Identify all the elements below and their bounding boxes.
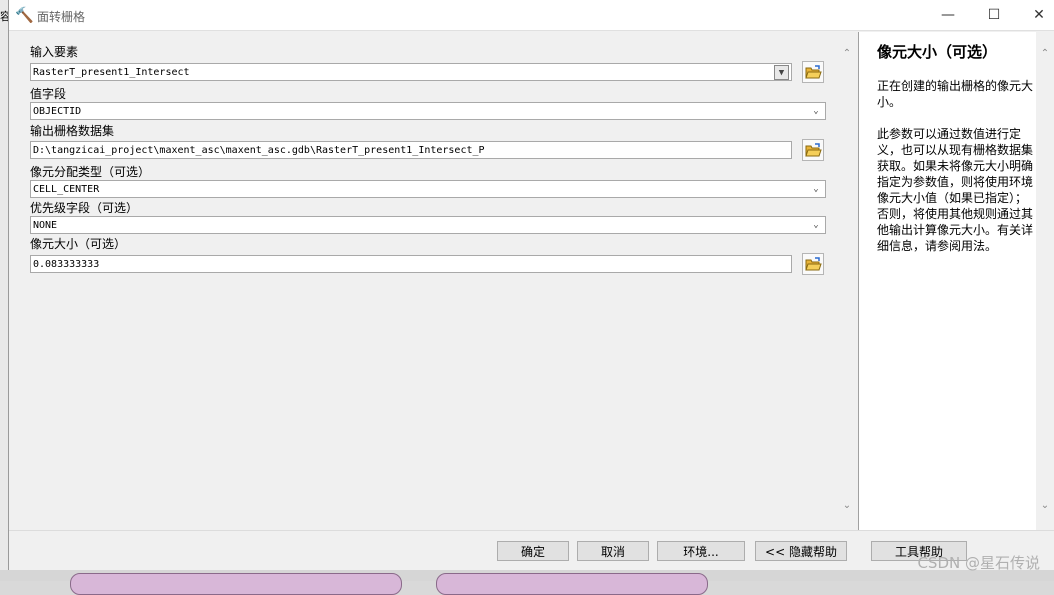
- cell-size-label: 像元大小（可选）: [30, 237, 127, 251]
- output-raster-label: 输出栅格数据集: [30, 124, 115, 138]
- help-scrollbar[interactable]: ⌃ ⌄: [1037, 32, 1054, 530]
- input-features-browse-button[interactable]: [802, 61, 824, 83]
- background-shape: [70, 573, 402, 595]
- priority-field-select[interactable]: NONE ⌄: [30, 216, 826, 234]
- cell-size-input[interactable]: 0.083333333: [30, 255, 792, 273]
- help-paragraph-1: 正在创建的输出栅格的像元大小。: [877, 79, 1034, 109]
- cancel-button[interactable]: 取消: [577, 541, 649, 561]
- input-features-value: RasterT_present1_Intersect: [33, 67, 190, 78]
- output-raster-value: D:\tangzicai_project\maxent_asc\maxent_a…: [33, 145, 485, 156]
- button-bar: 确定 取消 环境... << 隐藏帮助 工具帮助: [9, 530, 1054, 571]
- open-folder-icon: [805, 257, 822, 271]
- output-raster-browse-button[interactable]: [802, 139, 824, 161]
- title-bar[interactable]: 🔨 面转栅格 — ☐ ✕: [9, 0, 1054, 31]
- help-panel: 像元大小（可选） 正在创建的输出栅格的像元大小。 此参数可以通过数值进行定义，也…: [858, 32, 1036, 530]
- scroll-up-icon[interactable]: ⌃: [839, 46, 855, 62]
- chevron-down-icon[interactable]: ⌄: [809, 218, 823, 232]
- cell-size-browse-button[interactable]: [802, 253, 824, 275]
- window-title: 面转栅格: [37, 10, 86, 24]
- priority-field-label: 优先级字段（可选）: [30, 201, 139, 215]
- priority-field-value: NONE: [33, 220, 58, 231]
- open-folder-icon: [805, 65, 822, 79]
- output-raster-input[interactable]: D:\tangzicai_project\maxent_asc\maxent_a…: [30, 141, 792, 159]
- cell-assignment-select[interactable]: CELL_CENTER ⌄: [30, 180, 826, 198]
- cell-assignment-label: 像元分配类型（可选）: [30, 165, 151, 179]
- help-title: 像元大小（可选）: [877, 43, 998, 61]
- hide-help-button[interactable]: << 隐藏帮助: [755, 541, 847, 561]
- watermark-text: CSDN @星石传说: [917, 554, 1040, 572]
- open-folder-icon: [805, 143, 822, 157]
- value-field-label: 值字段: [30, 87, 67, 101]
- environments-button[interactable]: 环境...: [657, 541, 745, 561]
- background-shape: [436, 573, 708, 595]
- geoprocessing-dialog: 🔨 面转栅格 — ☐ ✕ 输入要素 RasterT_present1_Inter…: [8, 0, 1054, 571]
- ok-button[interactable]: 确定: [497, 541, 569, 561]
- value-field-value: OBJECTID: [33, 106, 82, 117]
- value-field-select[interactable]: OBJECTID ⌄: [30, 102, 826, 120]
- help-paragraph-2: 此参数可以通过数值进行定义，也可以从现有栅格数据集获取。如果未将像元大小明确指定…: [877, 127, 1034, 253]
- maximize-button[interactable]: ☐: [971, 0, 1017, 30]
- minimize-button[interactable]: —: [925, 0, 971, 30]
- input-features-label: 输入要素: [30, 45, 79, 59]
- chevron-down-icon[interactable]: ▼: [774, 65, 789, 80]
- chevron-down-icon[interactable]: ⌄: [809, 104, 823, 118]
- scroll-down-icon[interactable]: ⌄: [839, 498, 855, 514]
- scroll-up-icon[interactable]: ⌃: [1037, 46, 1053, 62]
- input-features-combobox[interactable]: RasterT_present1_Intersect ▼: [30, 63, 792, 81]
- chevron-down-icon[interactable]: ⌄: [809, 182, 823, 196]
- parameters-scrollbar[interactable]: ⌃ ⌄: [839, 32, 855, 530]
- cell-assignment-value: CELL_CENTER: [33, 184, 100, 195]
- cell-size-value: 0.083333333: [33, 259, 100, 270]
- parameters-panel: 输入要素 RasterT_present1_Intersect ▼ 值字段 OB…: [10, 32, 856, 530]
- close-button[interactable]: ✕: [1016, 0, 1054, 30]
- hammer-icon: 🔨: [15, 6, 34, 24]
- scroll-down-icon[interactable]: ⌄: [1037, 498, 1053, 514]
